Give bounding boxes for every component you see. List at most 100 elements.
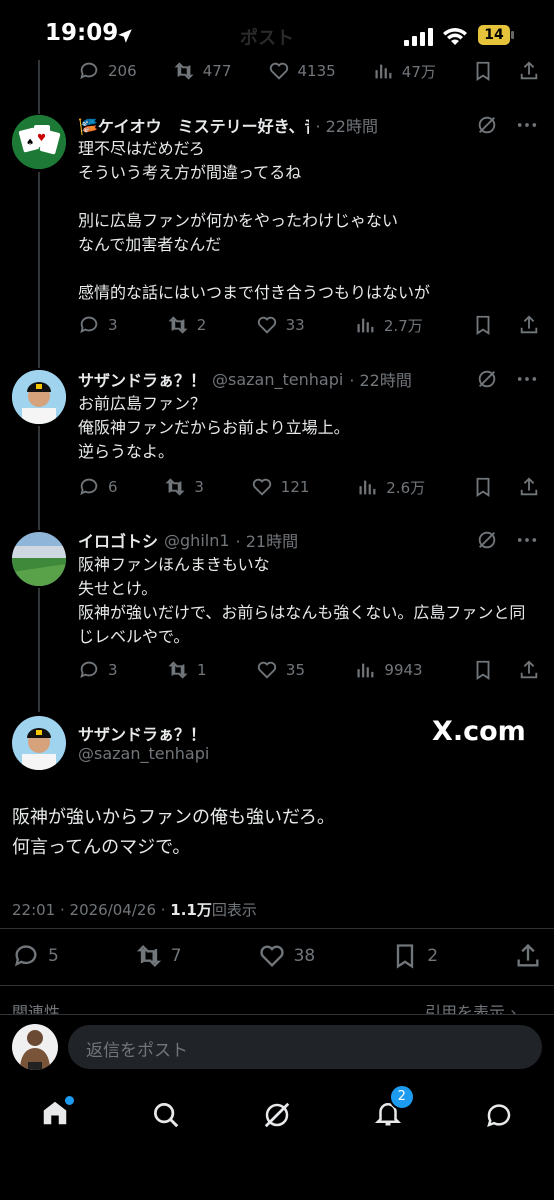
avatar[interactable] <box>12 716 66 770</box>
like-button[interactable]: 4135 <box>268 60 336 82</box>
reply-count: 206 <box>108 62 137 80</box>
share-icon[interactable] <box>514 942 542 970</box>
views-icon <box>357 318 374 333</box>
reply-button[interactable]: 5 <box>12 942 59 970</box>
reply-button[interactable]: 206 <box>78 60 137 82</box>
repost-count: 1 <box>196 661 207 679</box>
grok-icon[interactable] <box>476 368 498 390</box>
display-name[interactable]: サザンドラぁ？！ <box>78 721 206 745</box>
prev-tweet-actions: 206 477 4135 47万 <box>78 58 540 84</box>
location-arrow-icon <box>118 29 132 43</box>
handle[interactable]: @ghiln1 <box>164 531 230 550</box>
tweet-header-icons <box>476 368 538 390</box>
avatar[interactable]: ♥ ♠ <box>12 115 66 169</box>
tweet-header: イロゴトシ @ghiln1 · 21時間 <box>78 528 298 552</box>
avatar[interactable] <box>12 370 66 424</box>
share-icon[interactable] <box>518 476 540 498</box>
share-icon[interactable] <box>518 60 540 82</box>
bookmark-icon[interactable] <box>472 659 494 681</box>
repost-button[interactable]: 7 <box>135 942 182 970</box>
battery-level: 14 <box>484 27 504 43</box>
tweet-text: 理不尽はだめだろ そういう考え方が間違ってるね 別に広島ファンが何かをやったわけ… <box>78 139 431 302</box>
share-icon[interactable] <box>518 659 540 681</box>
messages-icon[interactable] <box>484 1100 514 1130</box>
battery-indicator: 14 <box>478 25 510 45</box>
display-name[interactable]: サザンドラぁ？！ <box>78 367 206 391</box>
display-name[interactable]: イロゴトシ <box>78 528 158 552</box>
tweet-header: 🎏ケイオウ ミステリー好き、音楽… · 22時間 <box>78 114 378 136</box>
views-count: 2.6万 <box>386 478 426 497</box>
repost-count: 7 <box>170 946 182 966</box>
tweet-text: お前広島ファン？ 俺阪神ファンだからお前より立場上。 逆らうなよ。 <box>78 394 350 461</box>
views-button[interactable]: 47万 <box>372 60 436 82</box>
repost-count: 2 <box>196 316 207 334</box>
repost-button[interactable]: 2 <box>167 314 207 336</box>
reply-button[interactable]: 3 <box>78 314 118 336</box>
reply-icon <box>80 478 98 496</box>
reply-count: 3 <box>108 316 118 334</box>
thread-connector <box>38 172 40 368</box>
nav-notifications[interactable]: 2 <box>373 1084 415 1132</box>
share-icon[interactable] <box>518 314 540 336</box>
share-area <box>472 314 540 336</box>
stadium-avatar-image <box>12 532 66 586</box>
svg-text:♥: ♥ <box>37 133 46 144</box>
tweet-time: · 22時間 <box>315 117 378 136</box>
like-button[interactable]: 38 <box>258 942 315 970</box>
repost-icon <box>136 945 161 967</box>
like-count: 121 <box>280 478 310 496</box>
avatar[interactable] <box>12 532 66 586</box>
cellular-signal-icon <box>404 28 433 46</box>
handle[interactable]: @sazan_tenhapi <box>212 370 343 389</box>
grok-icon[interactable] <box>262 1100 292 1130</box>
bookmark-icon[interactable] <box>472 60 494 82</box>
search-icon[interactable] <box>151 1100 181 1130</box>
tweet-time: · 22時間 <box>349 371 412 390</box>
more-options-icon[interactable] <box>516 368 538 390</box>
share-area <box>472 476 540 498</box>
views-button[interactable]: 2.6万 <box>356 476 425 498</box>
bookmark-button[interactable]: 2 <box>391 942 438 970</box>
repost-icon <box>174 62 194 80</box>
repost-button[interactable]: 3 <box>164 476 204 498</box>
bookmark-icon[interactable] <box>472 476 494 498</box>
reply-button[interactable]: 3 <box>78 659 118 681</box>
main-tweet-actions: 5 7 38 2 <box>12 941 542 971</box>
more-options-icon[interactable] <box>516 114 538 136</box>
thread-connector <box>38 426 40 530</box>
bookmark-icon[interactable] <box>472 314 494 336</box>
like-count: 4135 <box>297 62 336 80</box>
main-tweet-text: 阪神が強いからファンの俺も強いだろ。 何言ってんのマジで。 <box>12 807 335 858</box>
view-label: 回表示 <box>211 901 257 919</box>
my-avatar[interactable] <box>12 1024 58 1070</box>
tweet-actions: 3 2 33 2.7万 <box>78 312 540 338</box>
repost-button[interactable]: 1 <box>167 659 207 681</box>
views-button[interactable]: 2.7万 <box>354 314 423 336</box>
nav-home[interactable] <box>40 1096 75 1132</box>
reply-icon <box>80 62 98 80</box>
reply-input[interactable]: 返信をポスト <box>68 1025 542 1069</box>
heart-icon <box>259 945 284 967</box>
heart-icon <box>257 316 276 334</box>
repost-count: 477 <box>202 62 232 80</box>
display-name[interactable]: 🎏ケイオウ ミステリー好き、音楽… <box>78 113 309 137</box>
more-options-icon[interactable] <box>516 529 538 551</box>
x-watermark: X.com <box>432 716 526 747</box>
like-count: 33 <box>285 316 305 334</box>
handle[interactable]: @sazan_tenhapi <box>78 744 209 763</box>
heart-icon <box>269 62 288 80</box>
views-button[interactable]: 9943 <box>354 659 423 681</box>
grok-icon[interactable] <box>476 529 498 551</box>
heart-icon <box>252 478 271 496</box>
reply-button[interactable]: 6 <box>78 476 118 498</box>
like-button[interactable]: 35 <box>256 659 305 681</box>
repost-button[interactable]: 477 <box>173 60 232 82</box>
grok-icon[interactable] <box>476 114 498 136</box>
repost-count: 3 <box>194 478 204 496</box>
like-button[interactable]: 121 <box>251 476 310 498</box>
timestamp: 22:01 · 2026/04/26 · <box>12 901 171 919</box>
tweet-header: サザンドラぁ？！ @sazan_tenhapi · 22時間 <box>78 367 412 391</box>
bottom-nav: 2 <box>0 1084 554 1145</box>
like-button[interactable]: 33 <box>256 314 305 336</box>
cards-avatar-image: ♥ ♠ <box>12 115 66 169</box>
